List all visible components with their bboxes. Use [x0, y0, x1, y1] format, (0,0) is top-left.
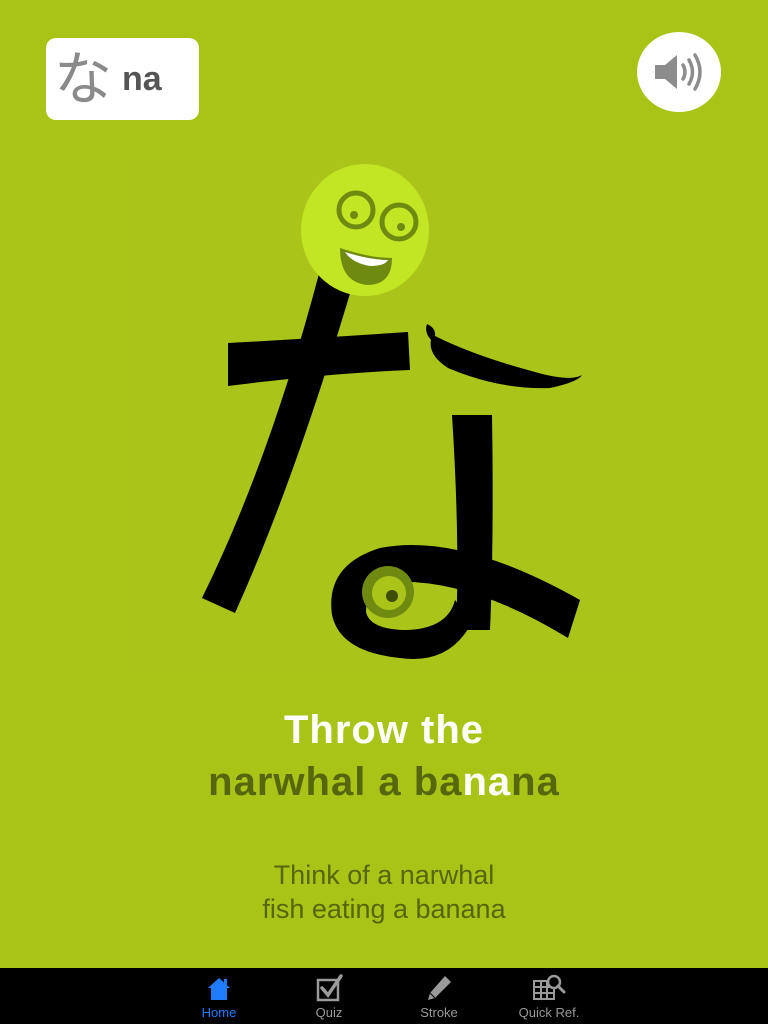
checkbox-icon: [316, 974, 343, 1002]
tab-quick-ref[interactable]: Quick Ref.: [494, 968, 604, 1024]
grid-search-icon: [533, 974, 566, 1000]
tab-quiz-label: Quiz: [315, 1005, 343, 1020]
tab-home-label: Home: [201, 1005, 237, 1020]
mnemonic-hint: Think of a narwhal fish eating a banana: [0, 858, 768, 926]
tab-quiz[interactable]: Quiz: [274, 968, 384, 1024]
kana-romaji: na: [122, 59, 162, 98]
mnemonic-line2: narwhal a banana: [0, 756, 768, 808]
pencil-icon: [428, 976, 451, 1000]
hint-line2: fish eating a banana: [262, 894, 506, 924]
kana-badge[interactable]: な na: [46, 38, 199, 120]
mnemonic-part-2: na: [462, 760, 512, 804]
mnemonic-illustration: [130, 160, 640, 670]
narwhal-face: [301, 164, 429, 296]
mnemonic-part-1: narwhal a ba: [208, 760, 463, 804]
home-icon: [208, 978, 230, 1000]
tab-bar: Home Quiz Stroke Quick Ref.: [0, 968, 768, 1024]
mnemonic-line1: Throw the: [283, 708, 485, 752]
tab-stroke[interactable]: Stroke: [384, 968, 494, 1024]
tab-home[interactable]: Home: [164, 968, 274, 1024]
tab-quick-ref-label: Quick Ref.: [518, 1005, 580, 1020]
mnemonic-headline: Throw the narwhal a banana: [0, 704, 768, 808]
kana-glyph: な: [54, 45, 113, 113]
speaker-icon: [655, 53, 702, 91]
tab-stroke-label: Stroke: [420, 1005, 458, 1020]
hint-line1: Think of a narwhal: [273, 860, 495, 890]
mnemonic-part-3: na: [511, 760, 560, 804]
play-sound-button[interactable]: [637, 32, 721, 112]
fish-eye: [362, 566, 414, 618]
